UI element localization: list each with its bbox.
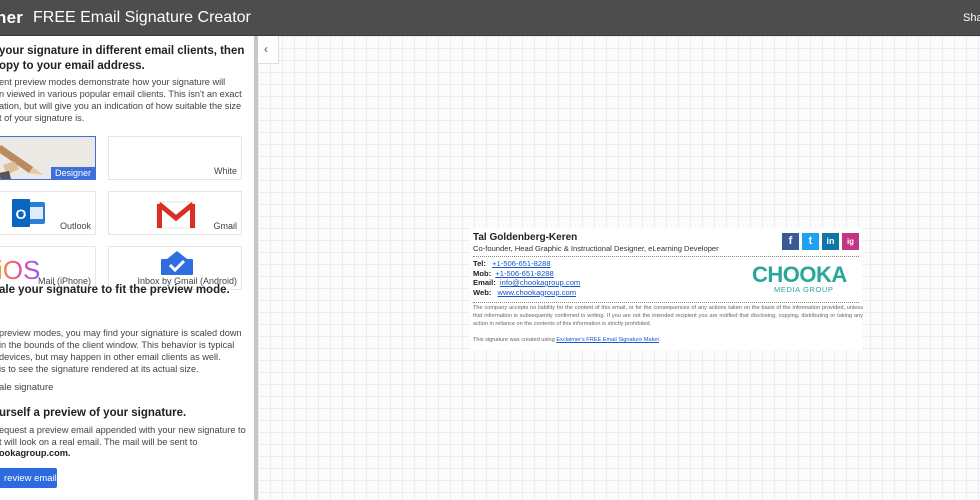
tel-link[interactable]: +1-506-651-8288 (492, 259, 550, 268)
section1-text-line: ent preview modes demonstrate how your s… (0, 77, 226, 87)
inbox-icon (161, 251, 193, 275)
mode-label: Outlook (59, 221, 91, 231)
signature-role: Co-founder, Head Graphic & Instructional… (473, 244, 719, 253)
mob-label: Mob: (473, 268, 492, 278)
section1-heading-line2: opy to your email address. (0, 60, 145, 72)
section1-text-line: ation, but will give you an indication o… (0, 101, 242, 111)
section1-text-line: n viewed in various popular email client… (0, 89, 242, 99)
sidebar-panel: your signature in different email client… (0, 36, 256, 500)
linkedin-icon[interactable]: in (822, 233, 839, 250)
section1-text-line: t of your signature is. (0, 113, 85, 123)
preview-mode-outlook[interactable]: O Outlook (0, 191, 96, 235)
preview-recipient-email: ookagroup.com. (0, 448, 71, 458)
section3-text-line: equest a preview email appended with you… (0, 425, 246, 435)
company-logo-subtitle: MEDIA GROUP (774, 285, 834, 294)
signature-preview: Tal Goldenberg-Keren Co-founder, Head Gr… (470, 228, 863, 350)
email-line: Email: info@chookagroup.com (473, 278, 580, 288)
preview-mode-gmail[interactable]: Gmail (108, 191, 242, 235)
mob-link[interactable]: +1-506-651-8288 (495, 269, 553, 278)
share-link[interactable]: Sha (963, 12, 980, 24)
web-label: Web: (473, 287, 492, 297)
brand-logo[interactable]: ner (0, 8, 23, 28)
mob-line: Mob: +1-506-651-8288 (473, 269, 554, 279)
mode-label: White (213, 166, 237, 176)
web-line: Web: www.chookagroup.com (473, 288, 576, 298)
mode-label: Designer (50, 167, 95, 179)
app-title: FREE Email Signature Creator (33, 9, 251, 26)
email-link[interactable]: info@chookagroup.com (500, 278, 580, 287)
web-link[interactable]: www.chookagroup.com (498, 288, 577, 297)
ios-glyph: iOS (0, 255, 40, 285)
chevron-left-icon: ‹ (264, 42, 268, 56)
outlook-glyph: O (16, 206, 27, 222)
email-label: Email: (473, 278, 496, 287)
created-prefix: This signature was created using (473, 337, 557, 343)
legal-disclaimer: The company accepts no liability for the… (473, 305, 863, 327)
tel-label: Tel: (473, 259, 486, 268)
created-suffix: . (659, 337, 661, 343)
send-preview-email-button[interactable]: review email (0, 468, 57, 488)
facebook-icon[interactable]: f (782, 233, 799, 250)
instagram-icon[interactable]: ig (842, 233, 859, 250)
tel-line: Tel: +1-506-651-8288 (473, 259, 551, 269)
divider (473, 256, 859, 257)
top-bar: ner FREE Email Signature Creator Sha (0, 0, 980, 36)
preview-mode-white[interactable]: White (108, 136, 242, 180)
section2-text-line: devices, but may happen in other email c… (0, 352, 221, 362)
created-with-note: This signature was created using Exclaim… (473, 337, 661, 343)
section3-heading: urself a preview of your signature. (0, 407, 187, 419)
preview-mode-designer[interactable]: Designer (0, 136, 96, 180)
section1-heading-line1: your signature in different email client… (0, 45, 245, 57)
section2-text-line: preview modes, you may find your signatu… (0, 328, 242, 338)
section2-text-line: in the bounds of the client window. This… (0, 340, 235, 350)
gmail-icon (156, 201, 196, 229)
signature-name: Tal Goldenberg-Keren (473, 232, 578, 243)
twitter-icon[interactable]: t (802, 233, 819, 250)
section2-text-line: is to see the signature rendered at its … (0, 364, 199, 374)
outlook-icon: O (12, 199, 45, 227)
divider (473, 302, 859, 303)
exclaimer-link[interactable]: Exclaimer's FREE Email Signature Maker (556, 337, 659, 343)
collapse-sidebar-button[interactable]: ‹ (258, 36, 279, 64)
mode-label: Gmail (213, 221, 237, 231)
scale-signature-checkbox[interactable]: ale signature (0, 382, 53, 394)
section2-heading: ale your signature to fit the preview mo… (0, 284, 230, 296)
